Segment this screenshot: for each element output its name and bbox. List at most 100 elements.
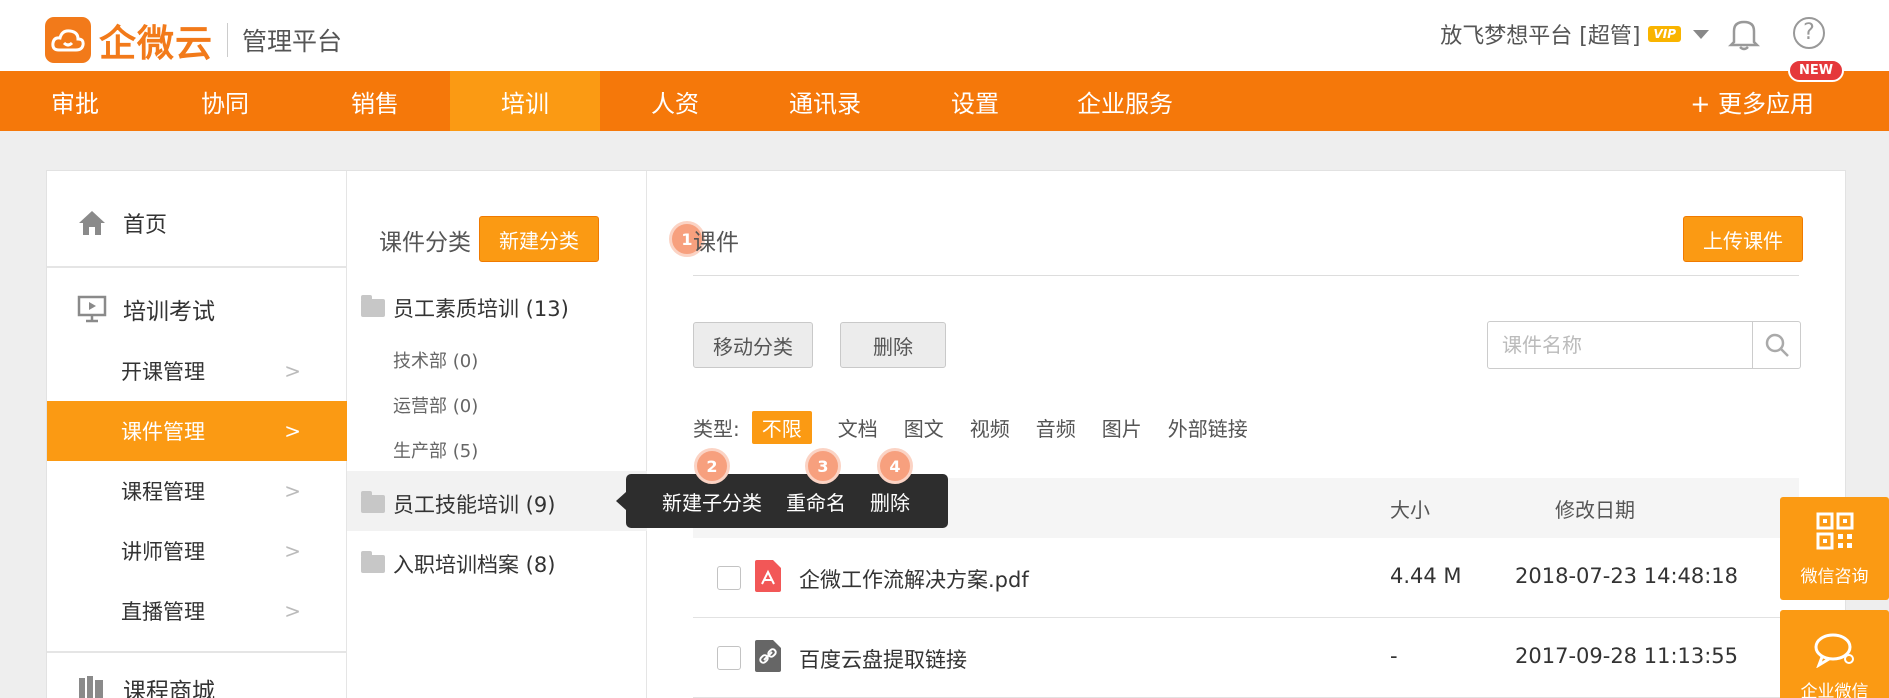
row-checkbox[interactable] <box>717 646 741 670</box>
books-icon <box>75 674 109 698</box>
sidebar-item-label: 直播管理 <box>121 600 205 624</box>
file-size: - <box>1390 644 1398 668</box>
link-icon <box>755 640 781 677</box>
search-icon[interactable] <box>1752 322 1800 368</box>
nav-item-hr[interactable]: 人资 <box>600 71 750 131</box>
subcategory-item[interactable]: 生产部 (5) <box>393 437 478 463</box>
chevron-right-icon: > <box>284 599 301 623</box>
logo-divider <box>227 23 228 57</box>
type-filter-audio[interactable]: 音频 <box>1036 413 1076 442</box>
nav-item-enterprise-service[interactable]: 企业服务 <box>1050 71 1200 131</box>
file-size: 4.44 M <box>1390 564 1462 588</box>
type-filter: 类型: 不限 文档 图文 视频 音频 图片 外部链接 <box>693 411 1248 444</box>
rename-action[interactable]: 重命名 <box>786 487 846 516</box>
sidebar-item-label: 讲师管理 <box>121 540 205 564</box>
nav-item-sales[interactable]: 销售 <box>300 71 450 131</box>
bell-icon[interactable] <box>1727 16 1761 56</box>
search-box <box>1487 321 1801 369</box>
help-icon[interactable]: ? <box>1793 17 1825 49</box>
logo-text: 企微云 <box>99 22 213 65</box>
sidebar-item-label: 课程管理 <box>121 480 205 504</box>
logo[interactable]: 企微云 管理平台 <box>45 13 342 67</box>
category-item[interactable]: 员工素质培训 (13) <box>361 293 569 323</box>
title-divider <box>693 275 1799 276</box>
category-item[interactable]: 员工技能培训 (9) <box>361 489 555 519</box>
table-row[interactable]: 百度云盘提取链接 - 2017-09-28 11:13:55 <box>693 618 1799 698</box>
sidebar-item-label: 首页 <box>123 213 168 238</box>
nav-item-collaboration[interactable]: 协同 <box>150 71 300 131</box>
chevron-right-icon: > <box>284 539 301 563</box>
search-input[interactable] <box>1488 322 1752 368</box>
sidebar-item-label: 课件管理 <box>121 420 205 444</box>
sidebar-item-lecturer[interactable]: 讲师管理 > <box>47 521 347 581</box>
sidebar: 首页 培训考试 开课管理 > 课件管理 > 课程管理 > 讲师管理 > 直播管理… <box>47 171 347 698</box>
logo-subtitle: 管理平台 <box>242 27 343 56</box>
content-panel: 首页 培训考试 开课管理 > 课件管理 > 课程管理 > 讲师管理 > 直播管理… <box>46 170 1846 698</box>
step-marker: 2 <box>694 448 730 484</box>
column-header-date[interactable]: 修改日期 <box>1555 494 1635 523</box>
subcategory-item[interactable]: 技术部 (0) <box>393 347 478 373</box>
chevron-right-icon: > <box>284 419 301 443</box>
vip-badge: VIP <box>1648 26 1681 42</box>
sidebar-item-courseware[interactable]: 课件管理 > <box>47 401 347 461</box>
wechat-consult-button[interactable]: 微信咨询 <box>1780 497 1889 600</box>
folder-icon <box>361 295 385 317</box>
user-menu[interactable]: 放飞梦想平台 [超管] VIP <box>1440 18 1709 50</box>
delete-button[interactable]: 删除 <box>840 322 946 368</box>
step-marker: 3 <box>805 448 841 484</box>
category-item[interactable]: 入职培训档案 (8) <box>361 549 555 579</box>
type-label: 类型: <box>693 417 740 441</box>
top-bar: 企微云 管理平台 放飞梦想平台 [超管] VIP ? <box>0 0 1889 71</box>
presentation-icon <box>75 294 109 324</box>
category-title: 课件分类 <box>379 230 471 256</box>
subcategory-item[interactable]: 运营部 (0) <box>393 392 478 418</box>
nav-item-contacts[interactable]: 通讯录 <box>750 71 900 131</box>
file-date: 2018-07-23 14:48:18 <box>1515 564 1739 588</box>
chevron-down-icon[interactable] <box>1693 29 1709 39</box>
type-filter-image[interactable]: 图片 <box>1102 413 1142 442</box>
category-label: 员工素质培训 (13) <box>393 297 569 321</box>
new-badge: NEW <box>1788 59 1845 82</box>
sidebar-item-home[interactable]: 首页 <box>47 203 347 243</box>
new-category-button[interactable]: 新建分类 <box>479 216 599 262</box>
move-category-button[interactable]: 移动分类 <box>693 322 813 368</box>
folder-icon <box>361 551 385 573</box>
upload-courseware-button[interactable]: 上传课件 <box>1683 216 1803 262</box>
nav-item-approval[interactable]: 审批 <box>0 71 150 131</box>
type-filter-article[interactable]: 图文 <box>904 413 944 442</box>
type-filter-video[interactable]: 视频 <box>970 413 1010 442</box>
sidebar-item-label: 开课管理 <box>121 360 205 384</box>
chevron-right-icon: > <box>284 359 301 383</box>
page-title: 课件 <box>693 230 739 256</box>
table-row[interactable]: 企微工作流解决方案.pdf 4.44 M 2018-07-23 14:48:18 <box>693 538 1799 618</box>
float-button-label: 企业微信 <box>1800 682 1869 698</box>
qr-code-icon <box>1815 511 1855 556</box>
file-name[interactable]: 企微工作流解决方案.pdf <box>799 564 1029 594</box>
sidebar-item-course[interactable]: 课程管理 > <box>47 461 347 521</box>
enterprise-wechat-button[interactable]: 企业微信 <box>1780 610 1889 698</box>
type-filter-all[interactable]: 不限 <box>751 411 812 444</box>
file-name[interactable]: 百度云盘提取链接 <box>799 644 967 674</box>
row-checkbox[interactable] <box>717 566 741 590</box>
type-filter-external-link[interactable]: 外部链接 <box>1168 413 1248 442</box>
sidebar-item-live[interactable]: 直播管理 > <box>47 581 347 641</box>
nav-item-settings[interactable]: 设置 <box>900 71 1050 131</box>
sidebar-section-course-mall[interactable]: 课程商城 <box>47 669 347 698</box>
type-filter-document[interactable]: 文档 <box>838 413 878 442</box>
category-panel: 课件分类 新建分类 1 员工素质培训 (13) 技术部 (0) 运营部 (0) … <box>347 171 705 698</box>
courseware-main: 课件 上传课件 移动分类 删除 类型: 不限 文档 图文 视频 音频 图片 外部… <box>647 171 1847 698</box>
nav-item-training[interactable]: 培训 <box>450 71 600 131</box>
step-marker: 4 <box>877 448 913 484</box>
sidebar-section-training-exam[interactable]: 培训考试 <box>47 289 347 329</box>
sidebar-divider <box>47 651 347 653</box>
float-button-label: 微信咨询 <box>1800 566 1869 587</box>
home-icon <box>75 209 109 237</box>
main-nav: 审批 协同 销售 培训 人资 通讯录 设置 企业服务 <box>0 71 1889 131</box>
delete-action[interactable]: 删除 <box>870 487 910 516</box>
new-subcategory-action[interactable]: 新建子分类 <box>662 487 762 516</box>
column-header-size[interactable]: 大小 <box>1390 494 1430 523</box>
user-label: 放飞梦想平台 [超管] <box>1440 24 1641 49</box>
chat-bubble-icon <box>1813 632 1857 673</box>
sidebar-divider <box>47 266 347 268</box>
sidebar-item-course-open[interactable]: 开课管理 > <box>47 341 347 401</box>
